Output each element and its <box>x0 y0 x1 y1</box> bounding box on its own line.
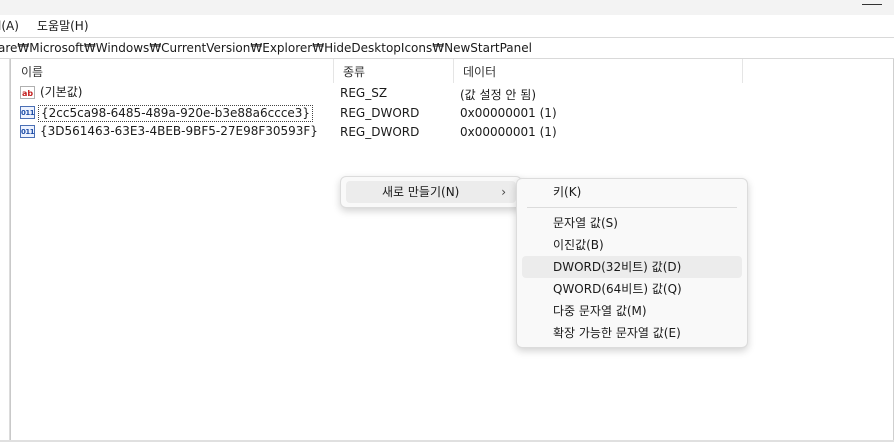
binary-value-icon: 011 <box>20 125 35 138</box>
menu-item-label: DWORD(32비트) 값(D) <box>553 260 682 274</box>
menu-item-new-label: 새로 만들기(N) <box>382 185 460 199</box>
value-data: 0x00000001 (1) <box>460 106 557 120</box>
menu-item-label: 확장 가능한 문자열 값(E) <box>553 326 681 340</box>
value-type: REG_DWORD <box>340 106 420 120</box>
string-value-icon: ab <box>20 86 35 99</box>
value-name: {2cc5ca98-6485-489a-920e-b3e88a6ccce3} <box>38 105 314 122</box>
value-type: REG_SZ <box>340 86 388 100</box>
menu-item-help[interactable]: 도움말(H) <box>37 18 89 34</box>
column-header-name[interactable]: 이름 <box>11 61 333 83</box>
menu-bar: l(A) 도움말(H) <box>0 15 894 37</box>
menu-item-multi-string-value[interactable]: 다중 문자열 값(M) <box>522 300 742 322</box>
chevron-right-icon: › <box>501 185 506 199</box>
value-name: {3D561463-63E3-4BEB-9BF5-27E98F30593F} <box>40 124 318 138</box>
address-bar[interactable]: are₩Microsoft₩Windows₩CurrentVersion₩Exp… <box>0 37 894 59</box>
new-submenu: 키(K) 문자열 값(S) 이진값(B) DWORD(32비트) 값(D) QW… <box>516 178 748 348</box>
menu-item-key[interactable]: 키(K) <box>522 181 742 203</box>
menu-item-binary-value[interactable]: 이진값(B) <box>522 234 742 256</box>
table-row[interactable]: 011 {3D561463-63E3-4BEB-9BF5-27E98F30593… <box>19 122 779 142</box>
value-list[interactable]: 이름 종류 데이터 ab (기본값) REG_SZ (값 설정 안 됨) 011… <box>10 59 894 442</box>
value-type: REG_DWORD <box>340 125 420 139</box>
menu-item-label: 다중 문자열 값(M) <box>553 304 647 318</box>
tree-pane[interactable] <box>0 59 10 442</box>
menu-item-label: 키(K) <box>553 185 582 199</box>
menu-item-qword-value[interactable]: QWORD(64비트) 값(Q) <box>522 278 742 300</box>
binary-value-icon: 011 <box>20 106 35 119</box>
value-name: (기본값) <box>40 85 83 99</box>
column-header-data[interactable]: 데이터 <box>453 61 743 83</box>
menu-item-label: 문자열 값(S) <box>553 216 618 230</box>
menu-item-favorites[interactable]: l(A) <box>0 18 19 34</box>
menu-item-label: 이진값(B) <box>553 238 604 252</box>
menu-item-label: QWORD(64비트) 값(Q) <box>553 282 682 296</box>
context-menu: 새로 만들기(N) › <box>340 176 522 208</box>
menu-separator <box>527 207 737 208</box>
menu-item-string-value[interactable]: 문자열 값(S) <box>522 212 742 234</box>
menu-item-new[interactable]: 새로 만들기(N) › <box>346 181 516 203</box>
address-path[interactable]: are₩Microsoft₩Windows₩CurrentVersion₩Exp… <box>0 41 532 56</box>
value-data: 0x00000001 (1) <box>460 125 557 139</box>
value-data: (값 설정 안 됨) <box>460 88 537 102</box>
minimize-icon[interactable] <box>862 4 882 5</box>
title-bar <box>0 0 894 15</box>
menu-item-expandable-string-value[interactable]: 확장 가능한 문자열 값(E) <box>522 322 742 344</box>
column-header-type[interactable]: 종류 <box>333 61 453 83</box>
menu-item-dword-value[interactable]: DWORD(32비트) 값(D) <box>522 256 742 278</box>
table-row[interactable]: 011 {2cc5ca98-6485-489a-920e-b3e88a6ccce… <box>19 103 779 123</box>
column-divider[interactable] <box>742 59 743 83</box>
table-row[interactable]: ab (기본값) REG_SZ (값 설정 안 됨) <box>19 83 779 103</box>
